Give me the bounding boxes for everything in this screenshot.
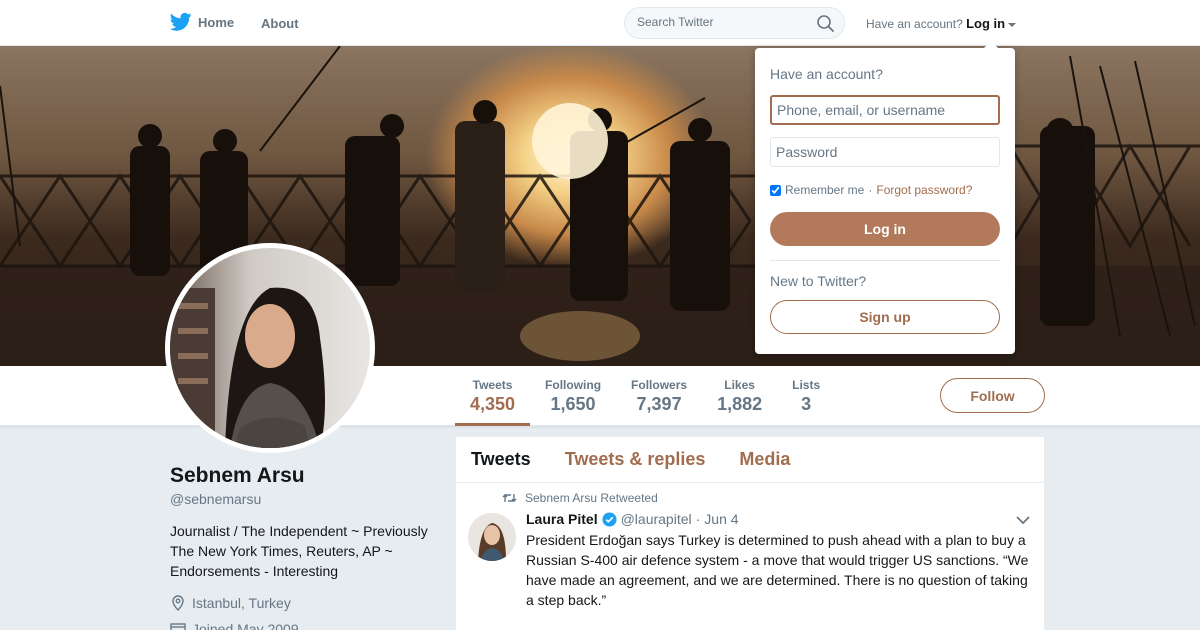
tweet-date[interactable]: Jun 4 <box>704 511 738 527</box>
password-field[interactable] <box>770 137 1000 167</box>
profile-stats: Tweets 4,350 Following 1,650 Followers 7… <box>455 366 835 426</box>
tweet-author-handle[interactable]: @laurapitel <box>621 511 692 527</box>
stat-label: Tweets <box>472 378 513 392</box>
stat-label: Following <box>545 378 602 392</box>
location-pin-icon <box>172 595 184 611</box>
top-navigation-bar: Home About Have an account? Log in <box>0 0 1200 46</box>
login-dropdown-toggle[interactable]: Log in <box>966 16 1005 31</box>
nav-about-link[interactable]: About <box>261 16 299 31</box>
dropdown-divider <box>770 260 1000 261</box>
location-text: Istanbul, Turkey <box>192 595 291 611</box>
tweet-avatar-portrait <box>468 513 516 561</box>
twitter-bird-icon <box>170 12 192 31</box>
stat-value: 1,882 <box>717 394 763 414</box>
stat-likes[interactable]: Likes 1,882 <box>702 366 777 426</box>
remember-me-checkbox[interactable] <box>770 184 781 196</box>
avatar-portrait <box>170 287 325 448</box>
avatar-photo <box>170 248 370 448</box>
tweet-text: President Erdoğan says Turkey is determi… <box>526 532 1029 608</box>
retweet-context: Sebnem Arsu Retweeted <box>502 491 658 505</box>
remember-separator: · <box>868 183 873 197</box>
tweet-dot: · <box>695 511 701 527</box>
stat-value: 3 <box>801 394 812 414</box>
login-dropdown: Have an account? Remember me · Forgot pa… <box>755 41 1015 354</box>
tweet-author-name[interactable]: Laura Pitel <box>526 511 598 527</box>
profile-joined: Joined May 2009 <box>170 621 299 630</box>
signup-button[interactable]: Sign up <box>770 300 1000 334</box>
login-menu: Have an account? Log in <box>866 16 1017 31</box>
profile-bio: Journalist / The Independent ~ Previousl… <box>170 523 428 579</box>
nav-home-link[interactable]: Home <box>170 12 234 32</box>
login-dropdown-title: Have an account? <box>770 66 883 82</box>
search-icon[interactable] <box>817 15 834 32</box>
caret-down-icon[interactable] <box>1008 22 1017 27</box>
timeline: Tweets Tweets & replies Media Sebnem Ars… <box>456 437 1044 630</box>
search-input[interactable] <box>637 15 807 29</box>
new-to-twitter-text: New to Twitter? <box>770 273 867 289</box>
stat-label: Followers <box>631 378 688 392</box>
stat-label: Likes <box>724 378 755 392</box>
stat-following[interactable]: Following 1,650 <box>530 366 616 426</box>
tab-tweets[interactable]: Tweets <box>471 449 531 470</box>
search-box[interactable] <box>624 7 845 39</box>
tab-media[interactable]: Media <box>739 449 790 470</box>
stat-lists[interactable]: Lists 3 <box>777 366 835 426</box>
profile-avatar[interactable] <box>165 243 375 453</box>
tweet-header: Laura Pitel @laurapitel · Jun 4 <box>526 511 739 527</box>
stat-followers[interactable]: Followers 7,397 <box>616 366 702 426</box>
retweet-context-text: Sebnem Arsu Retweeted <box>525 491 658 505</box>
stat-value: 4,350 <box>470 394 516 414</box>
stat-value: 7,397 <box>636 394 682 414</box>
stat-value: 1,650 <box>550 394 596 414</box>
remember-me-row: Remember me · Forgot password? <box>770 183 972 197</box>
tweet-author-avatar[interactable] <box>468 513 516 561</box>
profile-handle[interactable]: @sebnemarsu <box>170 491 261 507</box>
login-button[interactable]: Log in <box>770 212 1000 246</box>
profile-location: Istanbul, Turkey <box>170 595 291 611</box>
chevron-down-icon[interactable] <box>1016 515 1030 525</box>
username-field[interactable] <box>770 95 1000 125</box>
verified-badge-icon <box>602 511 617 527</box>
forgot-password-link[interactable]: Forgot password? <box>876 183 972 197</box>
tab-tweets-replies[interactable]: Tweets & replies <box>565 449 706 470</box>
nav-home-label: Home <box>198 14 235 30</box>
timeline-tabs: Tweets Tweets & replies Media <box>456 437 1044 483</box>
stat-tweets[interactable]: Tweets 4,350 <box>455 366 531 426</box>
joined-text: Joined May 2009 <box>192 621 299 630</box>
retweet-icon <box>502 494 517 502</box>
profile-name: Sebnem Arsu <box>170 464 305 487</box>
have-account-text: Have an account? <box>866 17 963 31</box>
stat-label: Lists <box>792 378 821 392</box>
calendar-icon <box>170 623 186 630</box>
remember-me-label[interactable]: Remember me <box>785 183 864 197</box>
follow-button[interactable]: Follow <box>940 378 1045 413</box>
